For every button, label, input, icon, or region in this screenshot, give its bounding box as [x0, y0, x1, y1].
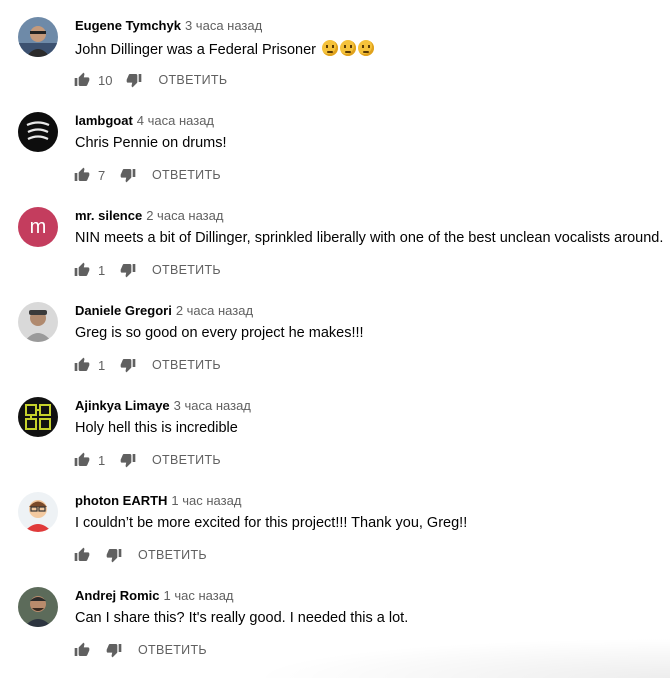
thinking-face-icon: [358, 40, 375, 56]
thumbs-down-icon[interactable]: [120, 357, 136, 373]
thumbs-down-icon[interactable]: [120, 167, 136, 183]
like-count: 10: [98, 72, 113, 88]
reply-button[interactable]: ОТВЕТИТЬ: [138, 643, 207, 657]
comment-item: photon EARTH 1 час назад I couldn’t be mo…: [0, 475, 670, 570]
lambgoat-logo-avatar[interactable]: [18, 112, 58, 152]
comment-actions: 10 ОТВЕТИТЬ: [74, 69, 227, 91]
comment-text: Greg is so good on every project he make…: [75, 325, 364, 341]
comment-actions: 1 ОТВЕТИТЬ: [74, 449, 221, 471]
author-name[interactable]: mr. silence: [75, 208, 142, 223]
thumbs-up-icon[interactable]: [74, 167, 90, 183]
person-photo-avatar[interactable]: [18, 17, 58, 57]
reply-button[interactable]: ОТВЕТИТЬ: [152, 168, 221, 182]
comment-text: Chris Pennie on drums!: [75, 135, 227, 151]
comment-text: John Dillinger was a Federal Prisoner: [75, 40, 375, 58]
comment-body: John Dillinger was a Federal Prisoner: [75, 42, 316, 58]
reply-button[interactable]: ОТВЕТИТЬ: [158, 73, 227, 87]
comment-actions: 1 ОТВЕТИТЬ: [74, 259, 221, 281]
thinking-face-icon: [322, 40, 339, 56]
comment-timestamp[interactable]: 2 часа назад: [176, 303, 253, 318]
like-count: 1: [98, 452, 106, 468]
thumbs-up-icon[interactable]: [74, 72, 90, 88]
comment-item: lambgoat 4 часа назад Chris Pennie on dru…: [0, 95, 670, 190]
like-count: 7: [98, 167, 106, 183]
author-name[interactable]: Ajinkya Limaye: [75, 398, 170, 413]
comment-author[interactable]: Andrej Romic 1 час назад: [75, 588, 234, 603]
person-photo-avatar[interactable]: [18, 302, 58, 342]
letter-avatar[interactable]: m: [18, 207, 58, 247]
author-name[interactable]: Daniele Gregori: [75, 303, 172, 318]
comment-timestamp[interactable]: 4 часа назад: [137, 113, 214, 128]
comment-timestamp[interactable]: 1 час назад: [171, 493, 241, 508]
comment-actions: ОТВЕТИТЬ: [74, 639, 207, 661]
comment-timestamp[interactable]: 1 час назад: [164, 588, 234, 603]
comment-text: I couldn’t be more excited for this proj…: [75, 515, 468, 531]
author-name[interactable]: Andrej Romic: [75, 588, 160, 603]
comment-actions: 1 ОТВЕТИТЬ: [74, 354, 221, 376]
comment-timestamp[interactable]: 3 часа назад: [185, 18, 262, 33]
like-count: 1: [98, 262, 106, 278]
comment-actions: 7 ОТВЕТИТЬ: [74, 164, 221, 186]
thinking-face-icon: [340, 40, 357, 56]
comment-author[interactable]: photon EARTH 1 час назад: [75, 493, 241, 508]
comment-author[interactable]: lambgoat 4 часа назад: [75, 113, 214, 128]
thumbs-up-icon[interactable]: [74, 452, 90, 468]
thumbs-down-icon[interactable]: [106, 547, 122, 563]
reply-button[interactable]: ОТВЕТИТЬ: [152, 263, 221, 277]
comment-author[interactable]: Daniele Gregori 2 часа назад: [75, 303, 253, 318]
comment-item: Eugene Tymchyk 3 часа назад John Dillinge…: [0, 0, 670, 95]
author-name[interactable]: Eugene Tymchyk: [75, 18, 181, 33]
comment-item: Andrej Romic 1 час назад Can I share this…: [0, 570, 670, 665]
comment-author[interactable]: mr. silence 2 часа назад: [75, 208, 223, 223]
comment-actions: ОТВЕТИТЬ: [74, 544, 207, 566]
reply-button[interactable]: ОТВЕТИТЬ: [152, 453, 221, 467]
person-photo-avatar[interactable]: [18, 587, 58, 627]
avatar-letter: m: [29, 215, 47, 238]
comment-timestamp[interactable]: 2 часа назад: [146, 208, 223, 223]
thumbs-up-icon[interactable]: [74, 357, 90, 373]
thumbs-down-icon[interactable]: [106, 642, 122, 658]
thumbs-up-icon[interactable]: [74, 642, 90, 658]
abcd-grid-avatar[interactable]: [18, 397, 58, 437]
reply-button[interactable]: ОТВЕТИТЬ: [152, 358, 221, 372]
comment-timestamp[interactable]: 3 часа назад: [174, 398, 251, 413]
thumbs-down-icon[interactable]: [120, 452, 136, 468]
thumbs-down-icon[interactable]: [120, 262, 136, 278]
comment-text: Can I share this? It's really good. I ne…: [75, 610, 409, 626]
comment-item: Daniele Gregori 2 часа назад Greg is so g…: [0, 285, 670, 380]
author-name[interactable]: lambgoat: [75, 113, 133, 128]
like-count: 1: [98, 357, 106, 373]
thumbs-up-icon[interactable]: [74, 262, 90, 278]
comment-item: m mr. silence 2 часа назад NIN meets a bi…: [0, 190, 670, 285]
comment-author[interactable]: Ajinkya Limaye 3 часа назад: [75, 398, 251, 413]
comment-text: Holy hell this is incredible: [75, 420, 238, 436]
thumbs-up-icon[interactable]: [74, 547, 90, 563]
comment-text: NIN meets a bit of Dillinger, sprinkled …: [75, 230, 664, 246]
author-name[interactable]: photon EARTH: [75, 493, 167, 508]
cartoon-person-avatar[interactable]: [18, 492, 58, 532]
reply-button[interactable]: ОТВЕТИТЬ: [138, 548, 207, 562]
comment-author[interactable]: Eugene Tymchyk 3 часа назад: [75, 18, 262, 33]
thumbs-down-icon[interactable]: [126, 72, 142, 88]
comment-item: Ajinkya Limaye 3 часа назад Holy hell thi…: [0, 380, 670, 475]
